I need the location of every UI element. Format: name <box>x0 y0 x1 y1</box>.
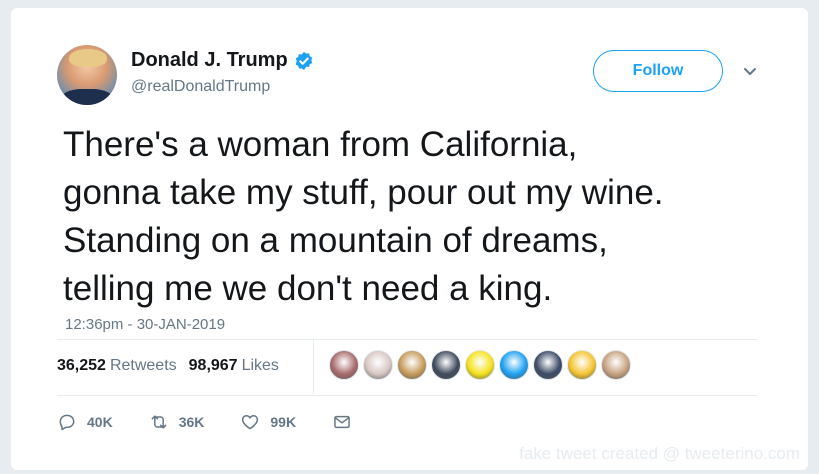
envelope-icon <box>334 415 350 429</box>
liker-avatar[interactable] <box>431 350 461 380</box>
author-name[interactable]: Donald J. Trump <box>131 49 288 72</box>
liker-avatars <box>329 350 635 380</box>
tweet-card: Donald J. Trump @realDonaldTrump Follow … <box>11 8 808 470</box>
reply-count: 40K <box>87 414 113 430</box>
tweet-text: There's a woman from California, gonna t… <box>63 125 664 308</box>
like-button[interactable]: 99K <box>240 412 296 432</box>
author-name-row: Donald J. Trump <box>131 49 314 72</box>
engagement-stats: 36,252 Retweets 98,967 Likes <box>57 357 279 375</box>
retweet-icon <box>151 415 167 429</box>
retweet-button[interactable]: 36K <box>149 412 205 432</box>
likes-count[interactable]: 98,967 <box>189 357 238 375</box>
direct-message-button[interactable] <box>332 412 352 432</box>
reply-icon <box>59 414 75 431</box>
follow-button[interactable]: Follow <box>593 50 723 92</box>
stats-separator <box>313 340 314 394</box>
heart-icon <box>242 415 259 430</box>
watermark: fake tweet created @ tweeterino.com <box>519 444 800 463</box>
liker-avatar[interactable] <box>499 350 529 380</box>
liker-avatar[interactable] <box>329 350 359 380</box>
liker-avatar[interactable] <box>465 350 495 380</box>
likes-label[interactable]: Likes <box>242 357 279 375</box>
retweet-count: 36K <box>178 414 205 430</box>
liker-avatar[interactable] <box>363 350 393 380</box>
retweets-count[interactable]: 36,252 <box>57 357 106 375</box>
like-count: 99K <box>270 414 297 430</box>
retweets-label[interactable]: Retweets <box>110 357 177 375</box>
liker-avatar[interactable] <box>601 350 631 380</box>
verified-badge-icon <box>295 51 312 70</box>
liker-avatar[interactable] <box>533 350 563 380</box>
liker-avatar[interactable] <box>567 350 597 380</box>
author-handle[interactable]: @realDonaldTrump <box>131 78 270 96</box>
avatar[interactable] <box>57 45 117 105</box>
tweet-timestamp[interactable]: 12:36pm - 30-JAN-2019 <box>65 316 225 333</box>
tweet-actions: 40K 36K 99K <box>57 412 388 432</box>
reply-button[interactable]: 40K <box>57 412 113 432</box>
chevron-down-icon[interactable] <box>742 66 758 78</box>
liker-avatar[interactable] <box>397 350 427 380</box>
divider <box>57 339 757 340</box>
divider <box>57 395 757 396</box>
